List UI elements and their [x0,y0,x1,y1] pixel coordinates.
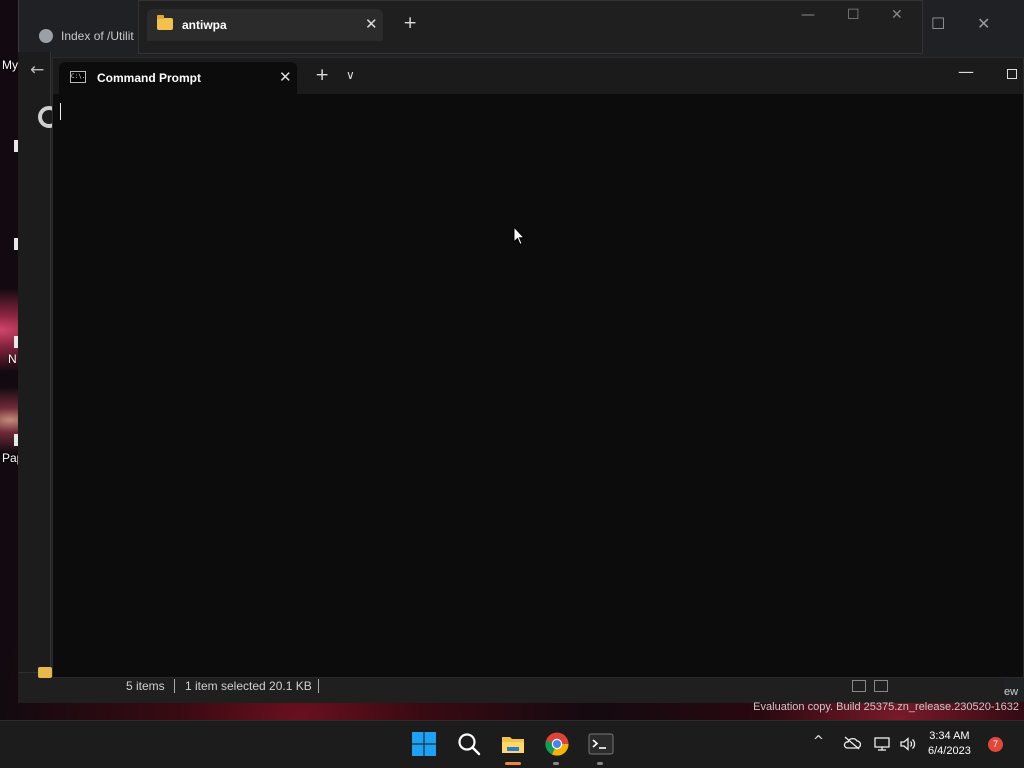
evaluation-watermark: Evaluation copy. Build 25375.zn_release.… [753,701,1019,713]
desktop-icon-label-n[interactable]: N [8,352,17,366]
browser-tab[interactable]: Index of /Utilit [39,25,134,47]
running-app-indicator [553,762,559,765]
close-icon[interactable]: ✕ [891,7,903,23]
mouse-pointer-icon [513,226,525,246]
text-cursor [60,103,61,120]
command-prompt-icon: C:\. [70,71,86,83]
terminal-icon[interactable] [588,731,614,757]
maximize-icon[interactable] [1007,69,1017,79]
close-icon[interactable]: ✕ [977,14,990,33]
explorer-tab[interactable]: antiwpa ✕ [147,9,383,41]
onedrive-offline-icon[interactable] [843,736,861,750]
notification-badge[interactable]: 7 [988,737,1003,752]
status-selection: 1 item selected 20.1 KB [185,679,312,693]
terminal-output[interactable] [53,94,1023,677]
terminal-tab-title: Command Prompt [97,71,202,85]
status-divider [174,679,175,693]
close-tab-icon[interactable]: ✕ [279,68,292,86]
system-clock[interactable]: 3:34 AM 6/4/2023 [928,729,971,759]
terminal-tab[interactable]: C:\. Command Prompt ✕ [59,62,297,94]
explorer-tab-title: antiwpa [182,18,227,32]
running-app-indicator [597,762,603,765]
terminal-window[interactable]: C:\. Command Prompt ✕ + ∨ — [52,57,1024,678]
back-arrow-icon[interactable]: ← [30,60,44,80]
folder-icon[interactable] [500,731,526,757]
desktop-icon-label-my[interactable]: My [2,58,18,72]
show-hidden-icons-chevron[interactable]: ^ [813,734,824,749]
terminal-titlebar: C:\. Command Prompt ✕ + ∨ — [53,58,1023,94]
file-explorer-window[interactable]: antiwpa ✕ + — ☐ ✕ [138,0,923,54]
clock-date: 6/4/2023 [928,745,971,757]
new-tab-icon[interactable]: + [315,65,329,85]
chrome-icon[interactable] [544,731,570,757]
active-app-indicator [505,762,521,765]
minimize-icon[interactable]: — [801,7,815,23]
explorer-view-stub: ew [1004,686,1019,698]
globe-icon [39,29,53,43]
browser-tab-title: Index of /Utilit [61,29,134,43]
search-icon[interactable] [456,731,482,757]
folder-icon [38,667,52,678]
tiles-view-button[interactable] [874,680,888,692]
details-view-button[interactable] [852,680,866,692]
status-divider [318,679,319,693]
chevron-down-icon[interactable]: ∨ [346,68,355,82]
new-tab-icon[interactable]: + [403,13,417,33]
status-item-count: 5 items [126,679,165,693]
volume-icon[interactable] [899,736,917,752]
taskbar: ^ 3:34 AM 6/4/2023 7 [0,720,1024,768]
windows-logo-icon[interactable] [411,731,437,757]
folder-icon [157,15,173,30]
clock-time: 3:34 AM [929,730,970,742]
network-icon[interactable] [874,736,892,752]
maximize-icon[interactable]: ☐ [931,14,945,33]
browser-side-panel [18,52,51,692]
close-tab-icon[interactable]: ✕ [365,15,378,33]
minimize-icon[interactable]: — [958,62,974,81]
maximize-icon[interactable]: ☐ [847,7,860,23]
